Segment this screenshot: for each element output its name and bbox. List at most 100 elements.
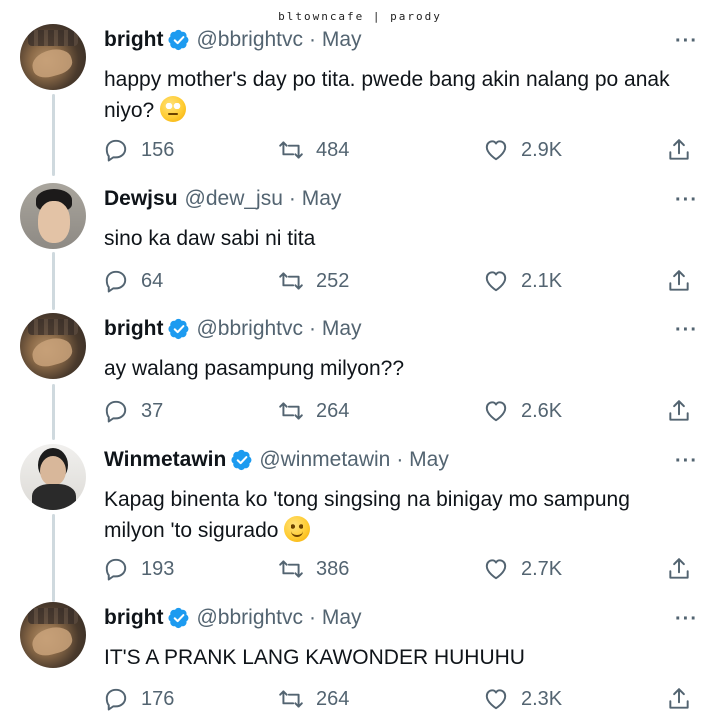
display-name[interactable]: bright	[104, 317, 163, 341]
avatar[interactable]	[20, 183, 86, 249]
share-icon	[666, 268, 692, 294]
reply-icon	[103, 556, 129, 582]
retweet-icon	[278, 398, 304, 424]
avatar[interactable]	[20, 602, 86, 668]
tweet-date[interactable]: · May	[309, 28, 362, 52]
retweet-count: 264	[316, 687, 350, 710]
reply-icon	[103, 137, 129, 163]
reply-button[interactable]: 156	[103, 137, 174, 163]
retweet-button[interactable]: 484	[278, 137, 349, 163]
tweet-actions: 193 386 2.7K	[0, 556, 720, 586]
avatar[interactable]	[20, 24, 86, 90]
tweet-text: ay walang pasampung milyon??	[104, 357, 405, 380]
display-name[interactable]: bright	[104, 606, 163, 630]
slightly-smiling-face-emoji-icon	[284, 516, 311, 542]
retweet-button[interactable]: 386	[278, 556, 349, 582]
verified-badge-icon	[231, 449, 253, 471]
retweet-button[interactable]: 264	[278, 398, 349, 424]
retweet-button[interactable]: 252	[278, 268, 349, 294]
reply-icon	[103, 686, 129, 712]
more-options-icon[interactable]: ···	[675, 450, 698, 473]
like-count: 2.1K	[521, 269, 563, 292]
tweet-text: Kapag binenta ko 'tong singsing na binig…	[104, 484, 694, 546]
display-name[interactable]: Dewjsu	[104, 187, 178, 211]
face-with-rolling-eyes-emoji-icon	[160, 96, 187, 122]
like-button[interactable]: 2.7K	[483, 556, 562, 582]
share-icon	[666, 137, 692, 163]
tweet-actions: 64 252 2.1K	[0, 268, 720, 298]
like-count: 2.7K	[521, 557, 563, 580]
share-button[interactable]	[666, 137, 692, 163]
user-handle[interactable]: @bbrightvc	[196, 28, 303, 52]
reply-count: 64	[141, 269, 164, 292]
tweet-date[interactable]: · May	[396, 448, 449, 472]
reply-count: 193	[141, 557, 175, 580]
avatar[interactable]	[20, 313, 86, 379]
like-button[interactable]: 2.3K	[483, 686, 562, 712]
retweet-count: 252	[316, 269, 350, 292]
verified-badge-icon	[168, 318, 190, 340]
share-icon	[666, 398, 692, 424]
tweet-text: sino ka daw sabi ni tita	[104, 227, 316, 250]
tweet-date[interactable]: · May	[289, 187, 342, 211]
tweet-header: bright @bbrightvc · May	[104, 317, 362, 341]
share-button[interactable]	[666, 268, 692, 294]
share-icon	[666, 556, 692, 582]
tweet-actions: 156 484 2.9K	[0, 137, 720, 167]
retweet-icon	[278, 137, 304, 163]
retweet-icon	[278, 268, 304, 294]
more-options-icon[interactable]: ···	[675, 319, 698, 342]
heart-icon	[483, 686, 509, 712]
tweet-text-content: happy mother's day po tita. pwede bang a…	[104, 68, 670, 122]
reply-button[interactable]: 193	[103, 556, 174, 582]
share-button[interactable]	[666, 556, 692, 582]
avatar[interactable]	[20, 444, 86, 510]
retweet-count: 484	[316, 138, 350, 161]
user-handle[interactable]: @dew_jsu	[185, 187, 283, 211]
like-count: 2.6K	[521, 399, 563, 422]
tweet-date[interactable]: · May	[309, 606, 362, 630]
more-options-icon[interactable]: ···	[675, 30, 698, 53]
tweet-text: happy mother's day po tita. pwede bang a…	[104, 64, 694, 126]
reply-button[interactable]: 37	[103, 398, 163, 424]
watermark: bltowncafe | parody	[278, 10, 442, 23]
tweet-header: Dewjsu @dew_jsu · May	[104, 187, 341, 211]
more-options-icon[interactable]: ···	[675, 189, 698, 212]
heart-icon	[483, 137, 509, 163]
like-count: 2.9K	[521, 138, 563, 161]
heart-icon	[483, 268, 509, 294]
like-count: 2.3K	[521, 687, 563, 710]
tweet-date[interactable]: · May	[309, 317, 362, 341]
like-button[interactable]: 2.6K	[483, 398, 562, 424]
tweet-text-content: Kapag binenta ko 'tong singsing na binig…	[104, 488, 630, 542]
retweet-button[interactable]: 264	[278, 686, 349, 712]
more-options-icon[interactable]: ···	[675, 608, 698, 631]
display-name[interactable]: Winmetawin	[104, 448, 226, 472]
verified-badge-icon	[168, 29, 190, 51]
tweet-actions: 37 264 2.6K	[0, 398, 720, 428]
reply-count: 156	[141, 138, 175, 161]
tweet-header: bright @bbrightvc · May	[104, 28, 362, 52]
retweet-count: 386	[316, 557, 350, 580]
verified-badge-icon	[168, 607, 190, 629]
tweet-text: IT'S A PRANK LANG KAWONDER HUHUHU	[104, 646, 525, 669]
user-handle[interactable]: @bbrightvc	[196, 606, 303, 630]
share-button[interactable]	[666, 686, 692, 712]
like-button[interactable]: 2.9K	[483, 137, 562, 163]
retweet-icon	[278, 556, 304, 582]
tweet-header: Winmetawin @winmetawin · May	[104, 448, 449, 472]
reply-button[interactable]: 176	[103, 686, 174, 712]
user-handle[interactable]: @winmetawin	[259, 448, 390, 472]
tweet-header: bright @bbrightvc · May	[104, 606, 362, 630]
user-handle[interactable]: @bbrightvc	[196, 317, 303, 341]
heart-icon	[483, 398, 509, 424]
reply-count: 37	[141, 399, 164, 422]
reply-button[interactable]: 64	[103, 268, 163, 294]
reply-count: 176	[141, 687, 175, 710]
display-name[interactable]: bright	[104, 28, 163, 52]
reply-icon	[103, 398, 129, 424]
like-button[interactable]: 2.1K	[483, 268, 562, 294]
reply-icon	[103, 268, 129, 294]
tweet-actions: 176 264 2.3K	[0, 686, 720, 716]
share-button[interactable]	[666, 398, 692, 424]
